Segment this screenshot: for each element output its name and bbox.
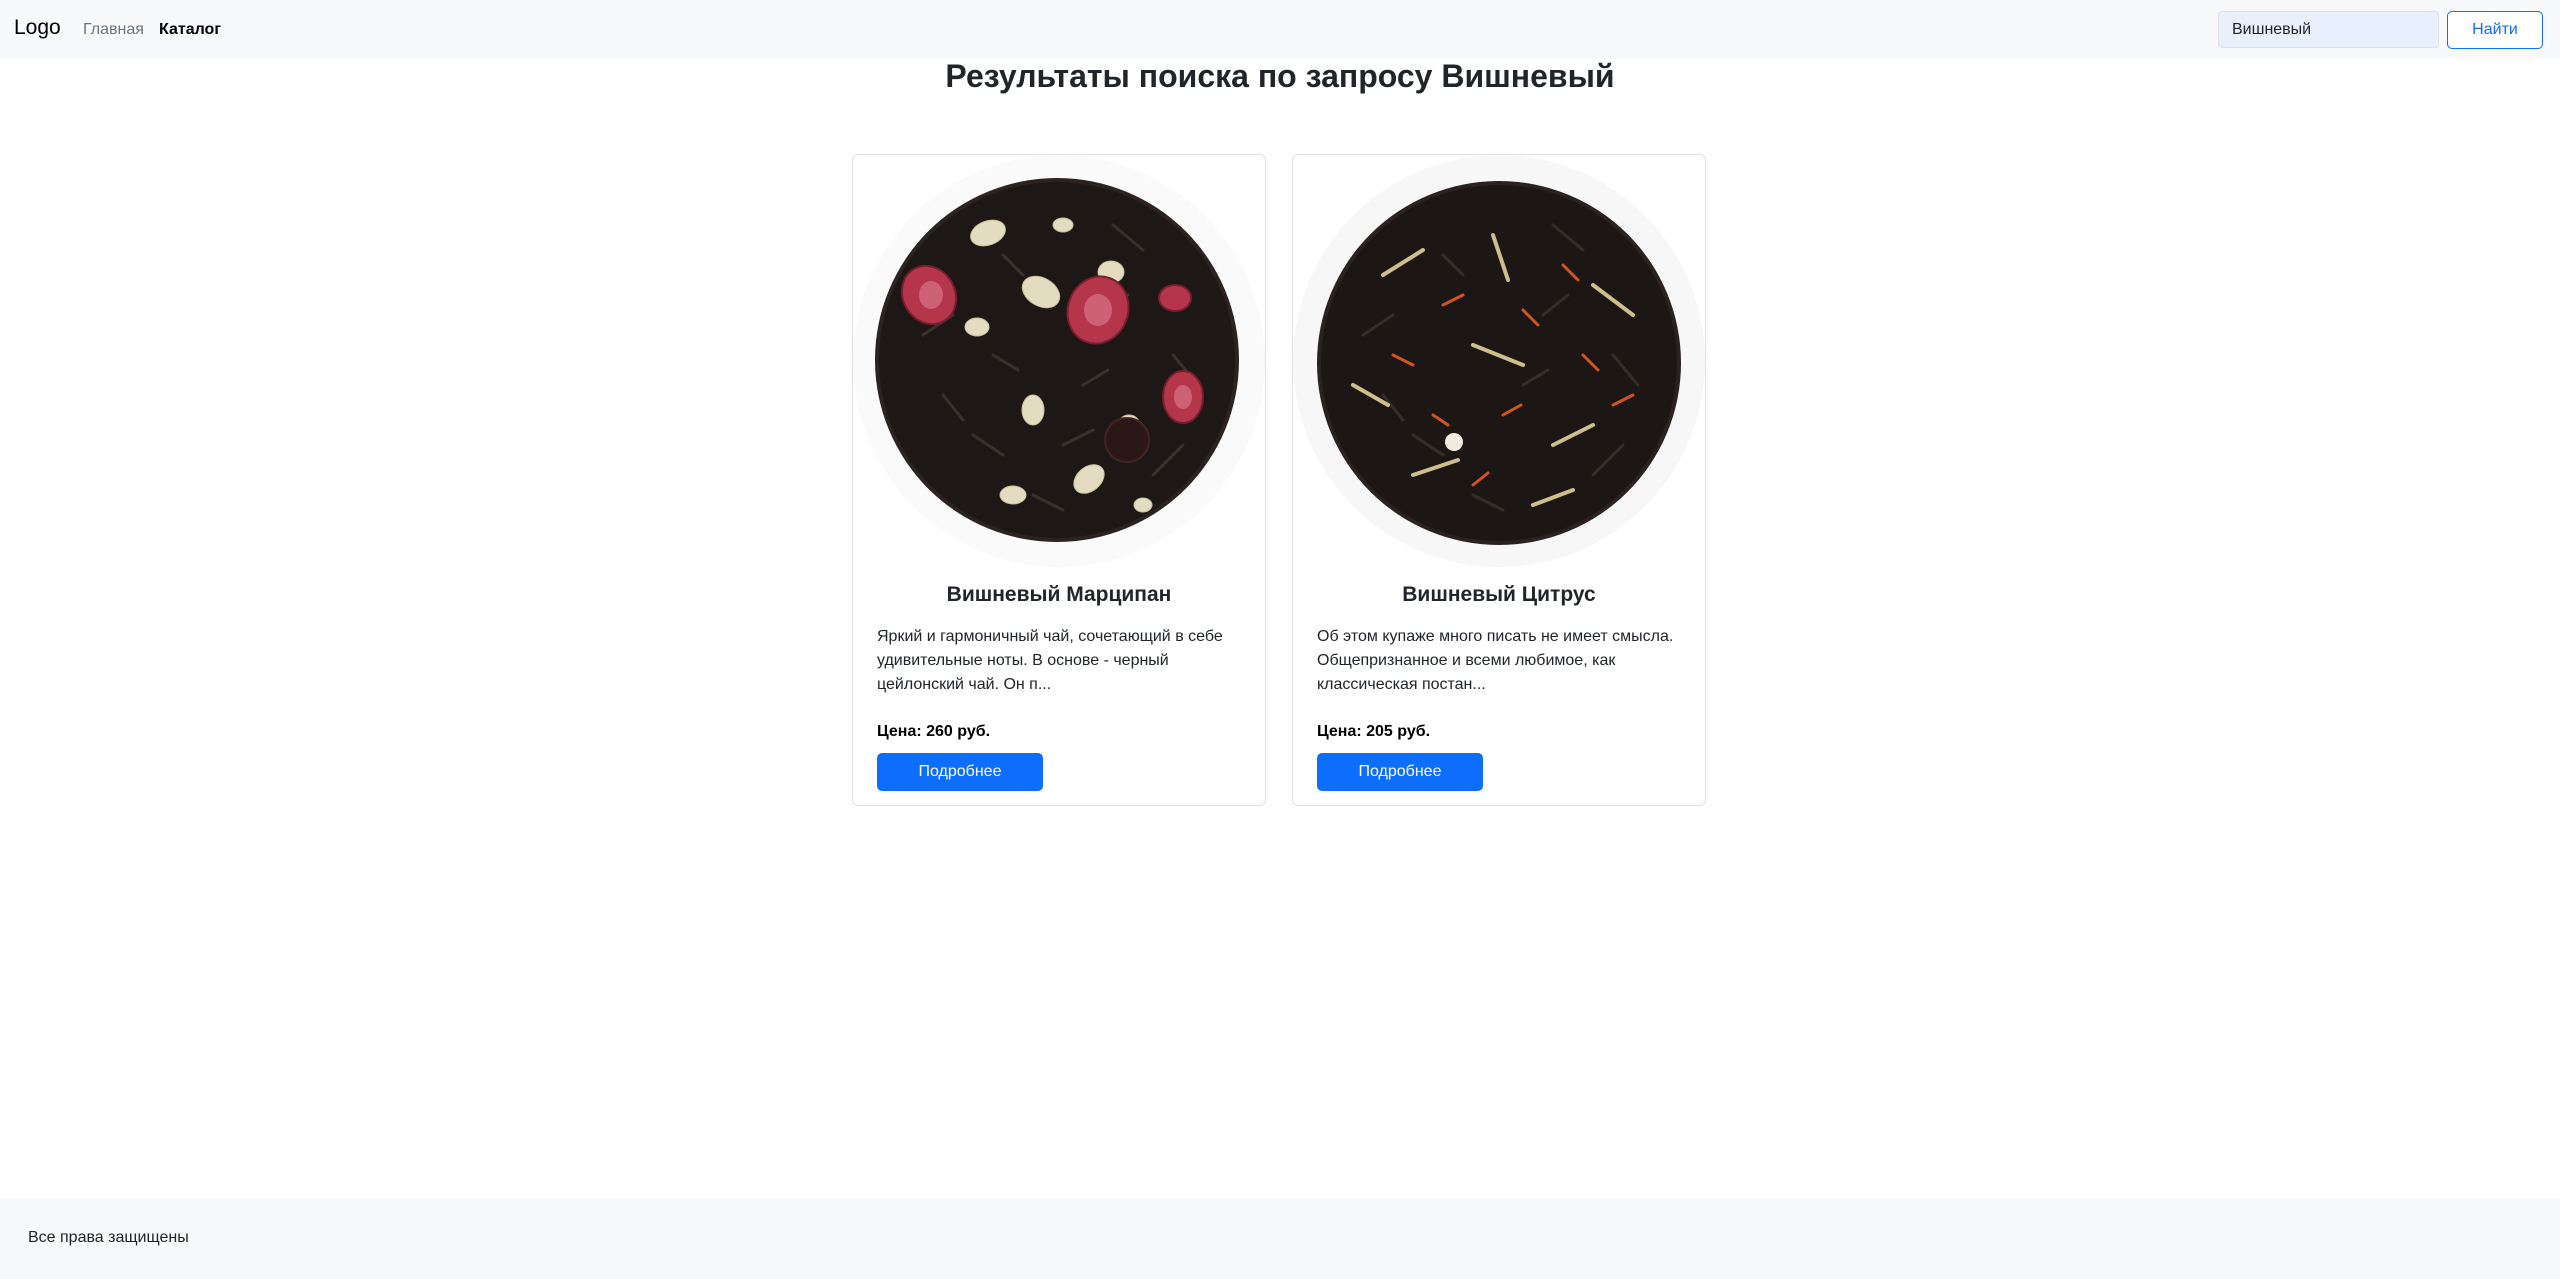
brand-logo[interactable]: Logo [14, 16, 61, 40]
details-button[interactable]: Подробнее [877, 753, 1043, 791]
product-price: Цена: 205 руб. [1317, 723, 1431, 740]
product-card: Вишневый Марципан Яркий и гармоничный ча… [852, 154, 1266, 806]
product-card: Вишневый Цитрус Об этом купаже много пис… [1292, 154, 1706, 806]
search-input[interactable] [2218, 11, 2439, 48]
details-button[interactable]: Подробнее [1317, 753, 1483, 791]
product-name: Вишневый Марципан [946, 583, 1172, 606]
product-image [1293, 155, 1705, 567]
product-price: Цена: 260 руб. [877, 723, 991, 740]
footer-copyright: Все права защищены [28, 1229, 189, 1246]
product-name: Вишневый Цитрус [1402, 583, 1596, 606]
search-button[interactable]: Найти [2447, 11, 2543, 49]
navbar: Logo Главная Каталог Найти [0, 0, 2560, 59]
nav-link-home[interactable]: Главная [83, 21, 144, 39]
footer: Все права защищены [0, 1199, 2560, 1279]
page-title: Результаты поиска по запросу Вишневый [945, 58, 1615, 94]
product-description: Об этом купаже много писать не имеет смы… [1317, 628, 1674, 693]
product-image [853, 155, 1265, 567]
nav-link-catalog[interactable]: Каталог [159, 21, 221, 39]
product-description: Яркий и гармоничный чай, сочетающий в се… [877, 628, 1223, 693]
